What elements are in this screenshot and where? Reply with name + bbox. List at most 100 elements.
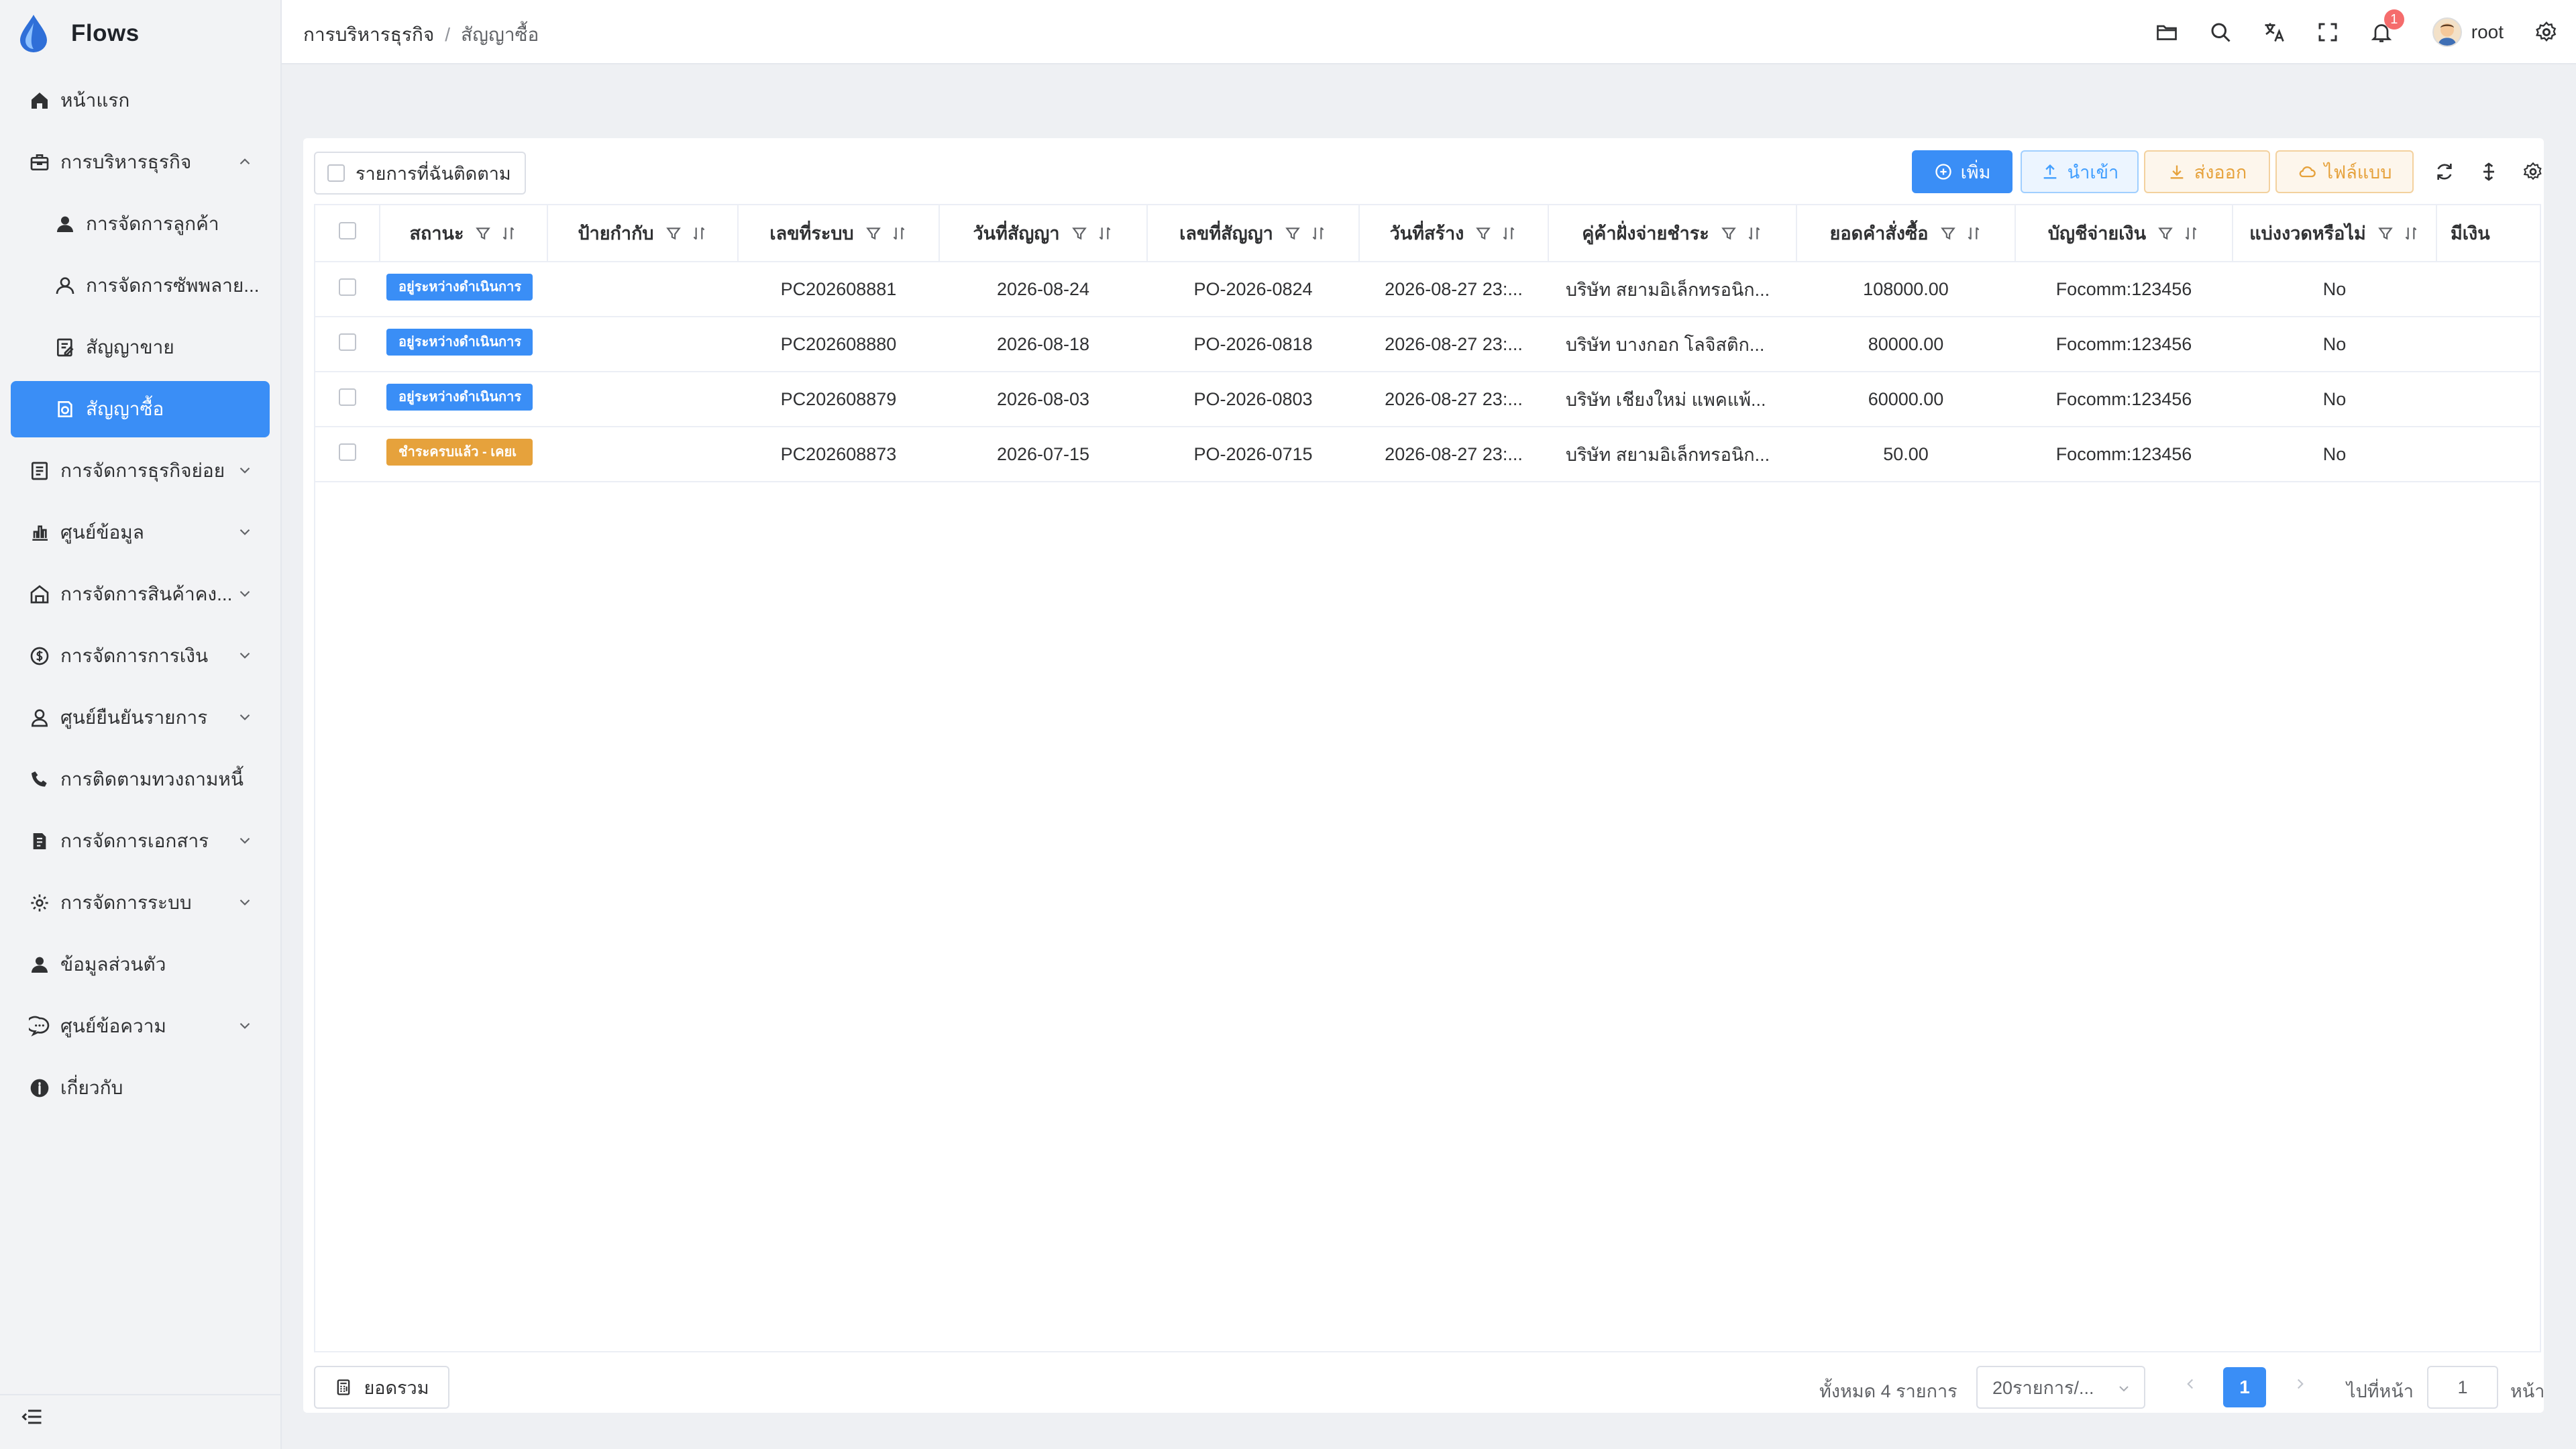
sidebar-item-business[interactable]: การบริหารธุรกิจ: [11, 134, 270, 191]
filter-icon[interactable]: [1071, 225, 1088, 242]
sort-icon[interactable]: [1096, 225, 1114, 242]
column-header-account[interactable]: บัญชีจ่ายเงิน: [2015, 205, 2233, 262]
cell-installment: No: [2233, 262, 2436, 317]
sidebar-item-debt-collection[interactable]: การติดตามทวงถามหนี้: [11, 751, 270, 808]
sort-icon[interactable]: [1309, 225, 1327, 242]
translate-icon[interactable]: [2261, 19, 2288, 46]
bell-icon[interactable]: 1: [2368, 9, 2404, 46]
column-header-amount[interactable]: ยอดคำสั่งซื้อ: [1796, 205, 2016, 262]
column-header-contract-date[interactable]: วันที่สัญญา: [939, 205, 1148, 262]
logo[interactable]: Flows: [16, 12, 140, 55]
filter-icon[interactable]: [1939, 225, 1957, 242]
sidebar-item-message-center[interactable]: ศูนย์ข้อความ: [11, 998, 270, 1055]
status-badge: อยู่ระหว่างดำเนินการ: [386, 273, 533, 301]
column-label: เลขที่สัญญา: [1179, 223, 1273, 244]
my-followed-checkbox[interactable]: รายการที่ฉันติดตาม: [314, 152, 526, 195]
next-page-icon[interactable]: [2292, 1375, 2309, 1393]
my-followed-label: รายการที่ฉันติดตาม: [356, 163, 511, 184]
cell-installment: No: [2233, 317, 2436, 372]
filter-icon[interactable]: [2157, 225, 2174, 242]
user-check-icon: [28, 706, 51, 729]
user-menu[interactable]: root: [2432, 17, 2504, 47]
sidebar-item-profile[interactable]: ข้อมูลส่วนตัว: [11, 936, 270, 993]
breadcrumb: การบริหารธุรกิจ / สัญญาซื้อ: [303, 20, 539, 50]
sort-icon[interactable]: [690, 225, 708, 242]
sidebar-item-sub-business[interactable]: การจัดการธุรกิจย่อย: [11, 443, 270, 499]
column-header-contract-no[interactable]: เลขที่สัญญา: [1147, 205, 1360, 262]
cell-created: 2026-08-27 23:...: [1359, 427, 1548, 482]
column-label: ยอดคำสั่งซื้อ: [1829, 223, 1929, 244]
cell-tag: [547, 317, 738, 372]
sort-icon[interactable]: [1746, 225, 1763, 242]
sidebar-item-label: การติดตามทวงถามหนี้: [60, 769, 244, 790]
checkbox[interactable]: [327, 164, 345, 182]
cell-amount: 50.00: [1796, 427, 2015, 482]
filter-icon[interactable]: [665, 225, 682, 242]
column-header-status[interactable]: สถานะ: [380, 205, 548, 262]
settings-gear-icon[interactable]: [2533, 19, 2560, 46]
sidebar-item-supplier-management[interactable]: การจัดการซัพพลาย...: [11, 258, 270, 314]
status-badge: อยู่ระหว่างดำเนินการ: [386, 328, 533, 356]
filter-icon[interactable]: [1474, 225, 1492, 242]
add-button[interactable]: เพิ่ม: [1912, 150, 2012, 193]
sidebar-item-inventory[interactable]: การจัดการสินค้าคง...: [11, 566, 270, 623]
sidebar-item-documents[interactable]: การจัดการเอกสาร: [11, 813, 270, 869]
collapse-sidebar-icon[interactable]: [20, 1405, 44, 1429]
column-header-tag[interactable]: ป้ายกำกับ: [547, 205, 739, 262]
select-all-checkbox[interactable]: [338, 222, 356, 239]
sidebar-item-confirmation-center[interactable]: ศูนย์ยืนยันรายการ: [11, 690, 270, 746]
import-button[interactable]: นำเข้า: [2021, 150, 2139, 193]
add-button-label: เพิ่ม: [1960, 162, 1991, 182]
template-button[interactable]: ไฟล์แบบ: [2275, 150, 2414, 193]
row-checkbox[interactable]: [339, 388, 356, 406]
filter-icon[interactable]: [1284, 225, 1301, 242]
table-row[interactable]: อยู่ระหว่างดำเนินการ PC202608880 2026-08-1…: [315, 317, 2540, 372]
sort-icon[interactable]: [2402, 225, 2420, 242]
goto-page-input[interactable]: 1: [2427, 1366, 2498, 1409]
row-checkbox[interactable]: [339, 333, 356, 351]
cell-system-no: PC202608881: [738, 262, 939, 317]
table-row[interactable]: อยู่ระหว่างดำเนินการ PC202608879 2026-08-0…: [315, 372, 2540, 427]
sort-icon[interactable]: [890, 225, 908, 242]
column-header-installment[interactable]: แบ่งงวดหรือไม่: [2233, 205, 2437, 262]
sidebar-item-sales-contract[interactable]: สัญญาขาย: [11, 319, 270, 376]
sort-icon[interactable]: [1500, 225, 1517, 242]
folder-icon[interactable]: [2153, 19, 2180, 46]
column-header-created[interactable]: วันที่สร้าง: [1359, 205, 1549, 262]
column-header-system-no[interactable]: เลขที่ระบบ: [738, 205, 940, 262]
column-header-has-money[interactable]: มีเงิน: [2436, 205, 2540, 262]
row-checkbox[interactable]: [339, 443, 356, 461]
export-button[interactable]: ส่งออก: [2144, 150, 2270, 193]
sidebar-item-system-management[interactable]: การจัดการระบบ: [11, 875, 270, 931]
column-settings-icon[interactable]: [2522, 161, 2546, 185]
row-density-icon[interactable]: [2478, 161, 2502, 185]
sidebar-item-purchase-contract[interactable]: สัญญาซื้อ: [11, 381, 270, 437]
filter-icon[interactable]: [1720, 225, 1737, 242]
filter-icon[interactable]: [865, 225, 882, 242]
table-row[interactable]: อยู่ระหว่างดำเนินการ PC202608881 2026-08-2…: [315, 262, 2540, 317]
sidebar-item-label: ศูนย์ข้อความ: [60, 1016, 166, 1036]
sidebar-item-label: การจัดการสินค้าคง...: [60, 584, 233, 604]
refresh-icon[interactable]: [2434, 161, 2458, 185]
sort-icon[interactable]: [500, 225, 517, 242]
search-icon[interactable]: [2207, 19, 2234, 46]
filter-icon[interactable]: [474, 225, 492, 242]
calculator-icon: [337, 1379, 350, 1395]
page-number-current[interactable]: 1: [2223, 1367, 2266, 1407]
sidebar-item-finance[interactable]: การจัดการการเงิน: [11, 628, 270, 684]
sidebar-item-data-center[interactable]: ศูนย์ข้อมูล: [11, 504, 270, 561]
page-size-select[interactable]: 20รายการ/...: [1976, 1366, 2145, 1409]
prev-page-icon[interactable]: [2182, 1375, 2199, 1393]
sidebar-item-home[interactable]: หน้าแรก: [11, 72, 270, 129]
sidebar-item-about[interactable]: เกี่ยวกับ: [11, 1060, 270, 1116]
sort-icon[interactable]: [2182, 225, 2200, 242]
summary-button[interactable]: ยอดรวม: [314, 1366, 449, 1409]
breadcrumb-item-business[interactable]: การบริหารธุรกิจ: [303, 20, 434, 50]
table-row[interactable]: ชำระครบแล้ว - เคยเ PC202608873 2026-07-15 P…: [315, 427, 2540, 482]
sidebar-item-customer-management[interactable]: การจัดการลูกค้า: [11, 196, 270, 252]
column-header-partner[interactable]: คู่ค้าฝั่งจ่ายชำระ: [1548, 205, 1797, 262]
sort-icon[interactable]: [1965, 225, 1982, 242]
filter-icon[interactable]: [2377, 225, 2394, 242]
fullscreen-icon[interactable]: [2314, 19, 2341, 46]
row-checkbox[interactable]: [339, 278, 356, 296]
